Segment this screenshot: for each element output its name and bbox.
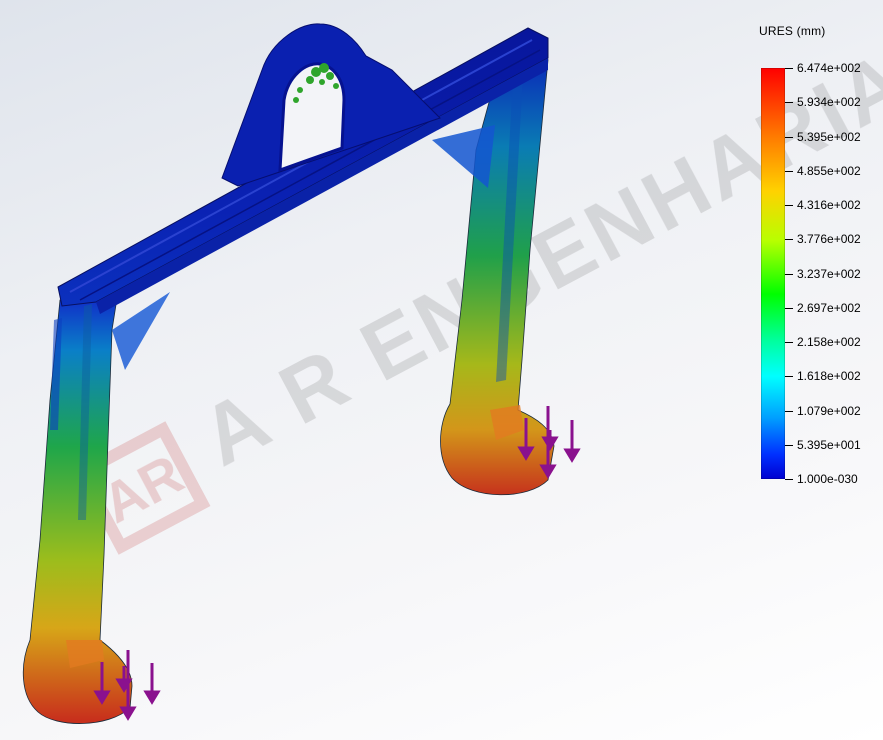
left-brace	[112, 292, 170, 370]
legend-tick	[785, 170, 793, 172]
legend-tick-label: 1.079e+002	[797, 403, 861, 418]
legend-tick	[785, 102, 793, 104]
legend-tick	[785, 273, 793, 275]
legend-tick-label: 2.158e+002	[797, 335, 861, 349]
legend-tick-label: 5.395e+002	[797, 129, 861, 144]
legend-tick-label: 3.237e+002	[797, 266, 861, 281]
legend-tick	[785, 205, 793, 206]
legend-tick-label: 4.855e+002	[797, 163, 861, 178]
fea-model-viewport[interactable]: AR A R ENGENHARIA	[0, 0, 883, 740]
legend-tick-label: 2.697e+002	[797, 300, 861, 315]
right-brace	[432, 125, 495, 188]
legend-tick-label: 1.618e+002	[797, 369, 861, 384]
legend-tick-label: 6.474e+002	[797, 61, 861, 75]
legend-tick	[785, 444, 793, 446]
legend-tick-label: 5.934e+002	[797, 95, 861, 110]
legend-title: URES (mm)	[759, 24, 826, 38]
legend-tick	[785, 136, 793, 138]
legend-tick	[785, 342, 793, 343]
legend-tick	[785, 376, 793, 378]
legend-tick-label: 4.316e+002	[797, 198, 861, 212]
legend-tick	[785, 68, 793, 69]
legend-tick	[785, 307, 793, 309]
legend-tick-label: 3.776e+002	[797, 232, 861, 247]
legend-tick-label: 1.000e-030	[797, 472, 858, 486]
legend-tick	[785, 479, 793, 480]
legend-color-bar	[761, 68, 785, 479]
legend-tick	[785, 239, 793, 241]
legend-tick-label: 5.395e+001	[797, 437, 861, 452]
legend-tick	[785, 410, 793, 412]
